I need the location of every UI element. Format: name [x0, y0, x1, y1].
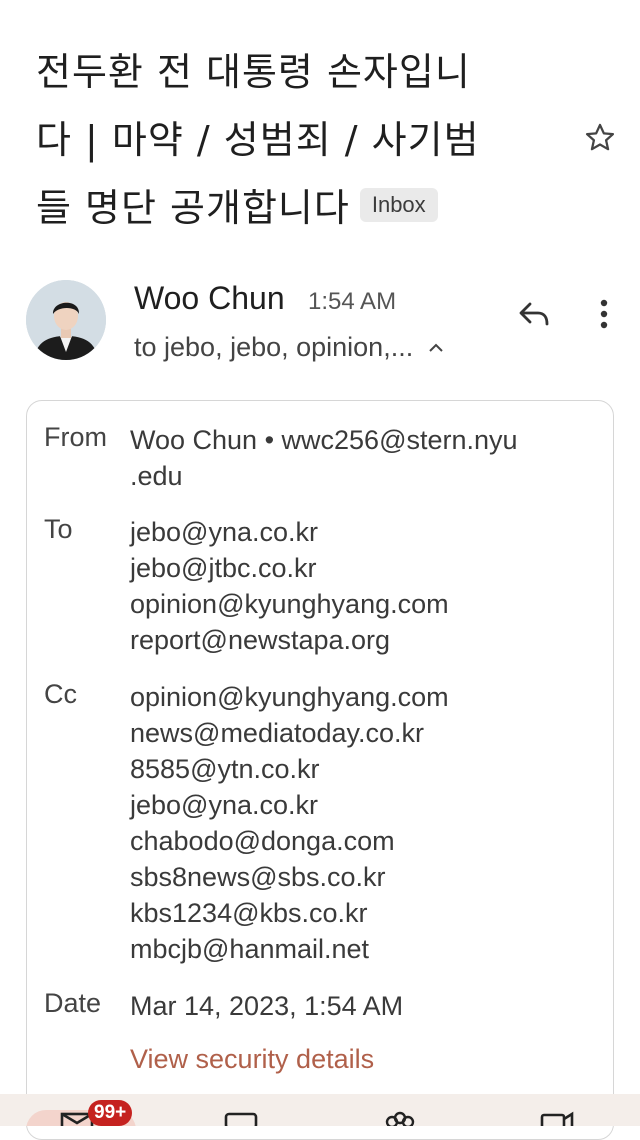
chat-icon[interactable]: [224, 1110, 258, 1130]
cc-address[interactable]: kbs1234@kbs.co.kr: [130, 895, 449, 931]
sender-avatar[interactable]: [26, 280, 106, 360]
reply-button[interactable]: [512, 294, 556, 334]
inbox-label-chip[interactable]: Inbox: [359, 187, 438, 222]
cc-address[interactable]: sbs8news@sbs.co.kr: [130, 859, 449, 895]
to-address[interactable]: jebo@jtbc.co.kr: [130, 550, 449, 586]
more-options-button[interactable]: [584, 292, 624, 336]
to-address[interactable]: opinion@kyunghyang.com: [130, 586, 449, 622]
spaces-icon[interactable]: [380, 1110, 420, 1130]
subject-line-1: 전두환 전 대통령 손자입니: [36, 50, 471, 94]
email-subject: 전두환 전 대통령 손자입니 다 | 마약 / 성범죄 / 사기범 들 명단 공…: [36, 38, 596, 242]
subject-header: 전두환 전 대통령 손자입니 다 | 마약 / 성범죄 / 사기범 들 명단 공…: [36, 38, 596, 242]
star-button[interactable]: [580, 118, 620, 158]
person-photo-icon: [26, 280, 106, 360]
more-vert-icon: [600, 299, 608, 329]
cc-address[interactable]: jebo@yna.co.kr: [130, 787, 449, 823]
subject-line-3: 들 명단 공개합니다 Inbox: [36, 174, 596, 242]
date-label: Date: [44, 988, 102, 1018]
from-value: Woo Chun • wwc256@stern.nyu .edu: [130, 422, 518, 494]
from-line: Woo Chun • wwc256@stern.nyu: [130, 425, 518, 455]
reply-icon: [519, 302, 549, 326]
cc-address[interactable]: 8585@ytn.co.kr: [130, 751, 449, 787]
cc-address[interactable]: chabodo@donga.com: [130, 823, 449, 859]
from-label: From: [44, 422, 107, 452]
cc-address[interactable]: opinion@kyunghyang.com: [130, 679, 449, 715]
chevron-up-icon: [427, 342, 445, 354]
cc-list: opinion@kyunghyang.com news@mediatoday.c…: [130, 679, 449, 967]
to-list: jebo@yna.co.kr jebo@jtbc.co.kr opinion@k…: [130, 514, 449, 658]
to-address[interactable]: report@newstapa.org: [130, 622, 449, 658]
cc-address[interactable]: mbcjb@hanmail.net: [130, 931, 449, 967]
recipients-toggle[interactable]: to jebo, jebo, opinion,...: [134, 332, 445, 363]
sender-name: Woo Chun: [134, 280, 285, 316]
cc-address[interactable]: news@mediatoday.co.kr: [130, 715, 449, 751]
from-line: .edu: [130, 461, 183, 491]
view-security-details-link[interactable]: View security details: [130, 1044, 374, 1075]
date-value: Mar 14, 2023, 1:54 AM: [130, 991, 404, 1021]
star-outline-icon: [585, 123, 615, 151]
sent-time: 1:54 AM: [308, 288, 397, 315]
meet-icon[interactable]: [540, 1110, 574, 1130]
recipients-summary: to jebo, jebo, opinion,...: [134, 332, 414, 362]
unread-count-badge: 99+: [88, 1100, 133, 1126]
cc-label: Cc: [44, 679, 77, 709]
to-label: To: [44, 514, 73, 544]
subject-line-2: 다 | 마약 / 성범죄 / 사기범: [36, 118, 480, 162]
to-address[interactable]: jebo@yna.co.kr: [130, 514, 449, 550]
